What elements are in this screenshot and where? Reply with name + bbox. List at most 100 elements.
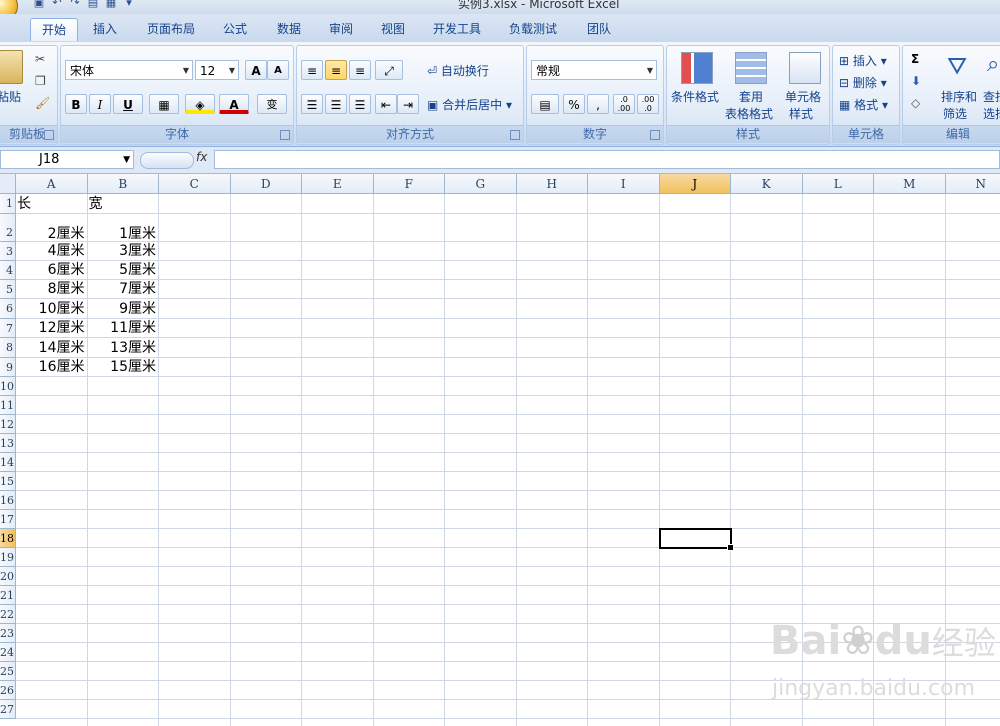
font-name-combo[interactable]: 宋体 ▼	[65, 60, 193, 80]
cell-a3[interactable]: 4厘米	[17, 242, 85, 261]
autosum-button[interactable]: Σ	[911, 52, 919, 66]
tab-insert[interactable]: 插入	[82, 18, 128, 40]
italic-button[interactable]: I	[89, 94, 111, 114]
row-header-19[interactable]: 19	[0, 548, 16, 567]
currency-icon[interactable]: ▤	[531, 94, 559, 114]
format-painter-icon[interactable]: 🖌	[35, 96, 50, 110]
format-as-table-icon[interactable]	[735, 52, 767, 84]
tab-team[interactable]: 团队	[576, 18, 622, 40]
insert-function-button[interactable]: fx	[196, 150, 207, 164]
row-header-6[interactable]: 6	[0, 299, 16, 319]
cell-b6[interactable]: 9厘米	[89, 299, 156, 319]
tab-page-layout[interactable]: 页面布局	[138, 18, 204, 40]
cell-a7[interactable]: 12厘米	[17, 319, 85, 338]
redo-icon[interactable]: ↷	[68, 0, 82, 10]
underline-button[interactable]: U	[113, 94, 143, 114]
column-header-i[interactable]: I	[588, 174, 660, 194]
increase-decimal-button[interactable]: .0 .00	[613, 94, 635, 114]
shrink-font-button[interactable]: A	[267, 60, 289, 80]
print-icon[interactable]: ▤	[86, 0, 100, 10]
column-header-f[interactable]: F	[373, 174, 445, 194]
tab-formulas[interactable]: 公式	[212, 18, 258, 40]
active-cell-selection[interactable]	[658, 528, 734, 551]
row-header-9[interactable]: 9	[0, 358, 16, 377]
grow-font-button[interactable]: A	[245, 60, 267, 80]
comma-button[interactable]: ,	[587, 94, 609, 114]
orientation-icon[interactable]: ⤢	[375, 60, 403, 80]
row-header-8[interactable]: 8	[0, 338, 16, 358]
row-header-2[interactable]: 2	[0, 214, 16, 242]
cell-a6[interactable]: 10厘米	[17, 299, 85, 319]
column-header-b[interactable]: B	[87, 174, 159, 194]
align-top-icon[interactable]: ≡	[301, 60, 323, 80]
insert-cells-button[interactable]: ⊞ 插入 ▾	[839, 52, 887, 69]
tab-data[interactable]: 数据	[266, 18, 312, 40]
format-as-table-label-2[interactable]: 表格格式	[725, 105, 773, 122]
cell-b7[interactable]: 11厘米	[89, 319, 156, 338]
tab-developer[interactable]: 开发工具	[424, 18, 490, 40]
dialog-launcher-icon[interactable]	[44, 130, 54, 140]
cell-a1[interactable]: 长	[17, 194, 85, 214]
sort-filter-label-2[interactable]: 筛选	[943, 105, 967, 122]
row-header-1[interactable]: 1	[0, 194, 16, 214]
cell-b9[interactable]: 15厘米	[89, 358, 156, 377]
cell-styles-icon[interactable]	[789, 52, 821, 84]
sort-filter-label-1[interactable]: 排序和	[941, 88, 977, 105]
row-header-18[interactable]: 18	[0, 529, 16, 548]
align-right-icon[interactable]: ☰	[349, 94, 371, 114]
column-header-e[interactable]: E	[302, 174, 374, 194]
formula-bar-slider[interactable]	[140, 152, 194, 169]
column-header-n[interactable]: N	[945, 174, 1000, 194]
copy-icon[interactable]: ❐	[35, 74, 46, 88]
paste-button[interactable]: 粘贴	[0, 88, 21, 105]
cell-b3[interactable]: 3厘米	[89, 242, 156, 261]
cell-styles-label-1[interactable]: 单元格	[785, 88, 821, 105]
decrease-decimal-button[interactable]: .00 .0	[637, 94, 659, 114]
paste-icon[interactable]	[0, 50, 23, 84]
sort-filter-icon[interactable]: ⛛	[947, 52, 977, 82]
fill-handle[interactable]	[727, 544, 734, 551]
row-header-14[interactable]: 14	[0, 453, 16, 472]
column-header-m[interactable]: M	[874, 174, 946, 194]
cell-styles-label-2[interactable]: 样式	[789, 105, 813, 122]
row-header-26[interactable]: 26	[0, 681, 16, 700]
cut-icon[interactable]: ✂	[35, 52, 45, 66]
fill-icon[interactable]: ⬇	[911, 74, 921, 88]
office-button[interactable]	[0, 0, 18, 14]
delete-cells-button[interactable]: ⊟ 删除 ▾	[839, 74, 887, 91]
tab-home[interactable]: 开始	[30, 18, 78, 41]
customize-qat-icon[interactable]: ▾	[122, 0, 136, 10]
conditional-format-button[interactable]: 条件格式	[671, 88, 719, 105]
find-select-icon[interactable]: ⌕	[987, 52, 1000, 82]
dialog-launcher-icon[interactable]	[510, 130, 520, 140]
fill-color-icon[interactable]: ◈	[185, 94, 215, 114]
column-header-h[interactable]: H	[516, 174, 588, 194]
cell-a5[interactable]: 8厘米	[17, 280, 85, 299]
row-header-22[interactable]: 22	[0, 605, 16, 624]
format-as-table-label-1[interactable]: 套用	[739, 88, 763, 105]
column-header-c[interactable]: C	[159, 174, 231, 194]
row-header-16[interactable]: 16	[0, 491, 16, 510]
save-icon[interactable]: ▣	[32, 0, 46, 10]
clear-icon[interactable]: ◇	[911, 96, 920, 110]
format-cells-button[interactable]: ▦ 格式 ▾	[839, 96, 888, 113]
formula-input[interactable]	[214, 150, 1000, 169]
row-header-27[interactable]: 27	[0, 700, 16, 719]
borders-icon[interactable]: ▦	[149, 94, 179, 114]
row-header-7[interactable]: 7	[0, 319, 16, 338]
cell-b8[interactable]: 13厘米	[89, 338, 156, 358]
column-header-k[interactable]: K	[731, 174, 803, 194]
row-header-25[interactable]: 25	[0, 662, 16, 681]
percent-button[interactable]: %	[563, 94, 585, 114]
row-header-13[interactable]: 13	[0, 434, 16, 453]
decrease-indent-icon[interactable]: ⇤	[375, 94, 397, 114]
tab-review[interactable]: 审阅	[318, 18, 364, 40]
wrap-text-button[interactable]: ⏎ 自动换行	[427, 62, 489, 79]
find-select-label-1[interactable]: 查找	[983, 88, 1000, 105]
tab-load-test[interactable]: 负载测试	[500, 18, 566, 40]
cell-b1[interactable]: 宽	[89, 194, 157, 214]
find-select-label-2[interactable]: 选择	[983, 105, 1000, 122]
cell-a4[interactable]: 6厘米	[17, 261, 85, 280]
row-header-15[interactable]: 15	[0, 472, 16, 491]
row-header-23[interactable]: 23	[0, 624, 16, 643]
